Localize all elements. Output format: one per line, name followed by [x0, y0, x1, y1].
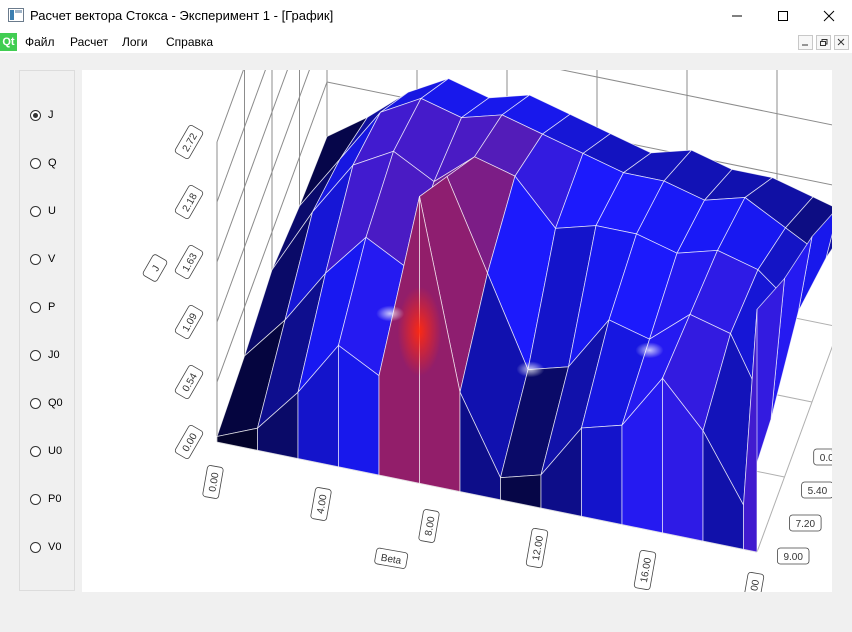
minimize-icon: [732, 15, 742, 16]
radio-j0[interactable]: J0: [30, 347, 60, 363]
surface-front-cell: [500, 474, 542, 509]
beta-tick-label: 12.00: [525, 527, 549, 569]
close-button[interactable]: [806, 0, 852, 31]
surface-mesh: [216, 78, 832, 553]
beta-tick-label: 20.00: [741, 571, 765, 592]
grid-line: [327, 70, 832, 72]
minimize-button[interactable]: [714, 0, 760, 31]
radio-button[interactable]: [30, 253, 41, 265]
radio-v0[interactable]: V0: [30, 539, 61, 555]
restore-icon: [820, 39, 828, 46]
parameter-panel: J Q U V P J0 Q0 U0 P0 V0: [19, 70, 75, 591]
window-title: Расчет вектора Стокса - Эксперимент 1 - …: [30, 8, 334, 23]
maximize-icon: [778, 10, 788, 21]
menu-logs[interactable]: Логи: [122, 35, 148, 49]
radio-j[interactable]: J: [30, 107, 54, 123]
beta-tick-label: 0.00: [202, 465, 224, 499]
alfa-tick-label-text: 5.40: [808, 486, 828, 497]
radio-v[interactable]: V: [30, 251, 55, 267]
alfa-tick-label-text: 7.20: [796, 519, 816, 530]
title-bar: Расчет вектора Стокса - Эксперимент 1 - …: [0, 0, 852, 31]
surface-highlight: [376, 305, 405, 322]
beta-tick-label: 4.00: [310, 487, 332, 521]
radio-button[interactable]: [30, 205, 41, 217]
radio-q0[interactable]: Q0: [30, 395, 63, 411]
j-tick-label: 0.00: [174, 425, 204, 459]
close-icon: [837, 38, 845, 46]
peak-highlight: [397, 286, 442, 377]
radio-button-checked[interactable]: [30, 109, 41, 121]
radio-u0[interactable]: U0: [30, 443, 62, 459]
radio-p0[interactable]: P0: [30, 491, 61, 507]
alfa-tick-label: 7.20: [789, 514, 822, 532]
menu-calc[interactable]: Расчет: [70, 35, 108, 49]
surface-plot-svg[interactable]: 0.000.541.091.632.182.72J2.722.181.631.0…: [82, 70, 832, 592]
radio-p[interactable]: P: [30, 299, 55, 315]
beta-axis-title: Beta: [374, 547, 409, 569]
radio-button[interactable]: [30, 157, 41, 169]
beta-tick-label: 16.00: [633, 549, 657, 591]
mdi-close-button[interactable]: [834, 35, 849, 50]
j-tick-label: 1.63: [174, 245, 204, 279]
surface-front-cell: [581, 424, 623, 525]
menu-help[interactable]: Справка: [166, 35, 213, 49]
qt-logo-icon: Qt: [0, 33, 17, 51]
menu-bar: Qt Файл Расчет Логи Справка: [0, 31, 852, 53]
alfa-tick-label-text: 9.00: [783, 552, 803, 563]
menu-file[interactable]: Файл: [25, 35, 55, 49]
radio-u[interactable]: U: [30, 203, 56, 219]
j-tick-label: 2.18: [174, 185, 204, 219]
radio-button[interactable]: [30, 445, 41, 457]
j-tick-label: 1.09: [174, 305, 204, 339]
surface-highlight: [516, 361, 545, 378]
alfa-tick-label: 5.40: [801, 481, 832, 499]
mdi-minimize-button[interactable]: [798, 35, 813, 50]
j-axis-title: J: [142, 254, 168, 282]
radio-button[interactable]: [30, 397, 41, 409]
alfa-tick-label-text: 0.00: [820, 453, 832, 464]
radio-button[interactable]: [30, 349, 41, 361]
maximize-button[interactable]: [760, 0, 806, 31]
minimize-icon: [802, 44, 808, 46]
j-tick-label: 2.72: [174, 125, 204, 159]
j-tick-label: 0.54: [174, 365, 204, 399]
radio-q[interactable]: Q: [30, 155, 57, 171]
surface-plot[interactable]: 0.000.541.091.632.182.72J2.722.181.631.0…: [82, 70, 832, 592]
radio-button[interactable]: [30, 301, 41, 313]
close-icon: [823, 10, 835, 21]
radio-button[interactable]: [30, 493, 41, 505]
alfa-tick-label: 0.00: [813, 448, 832, 466]
beta-tick-label: 8.00: [418, 509, 440, 543]
app-window-icon: [8, 8, 24, 22]
alfa-tick-label: 9.00: [777, 547, 810, 565]
radio-button[interactable]: [30, 541, 41, 553]
surface-highlight: [635, 342, 664, 359]
mdi-restore-button[interactable]: [816, 35, 831, 50]
